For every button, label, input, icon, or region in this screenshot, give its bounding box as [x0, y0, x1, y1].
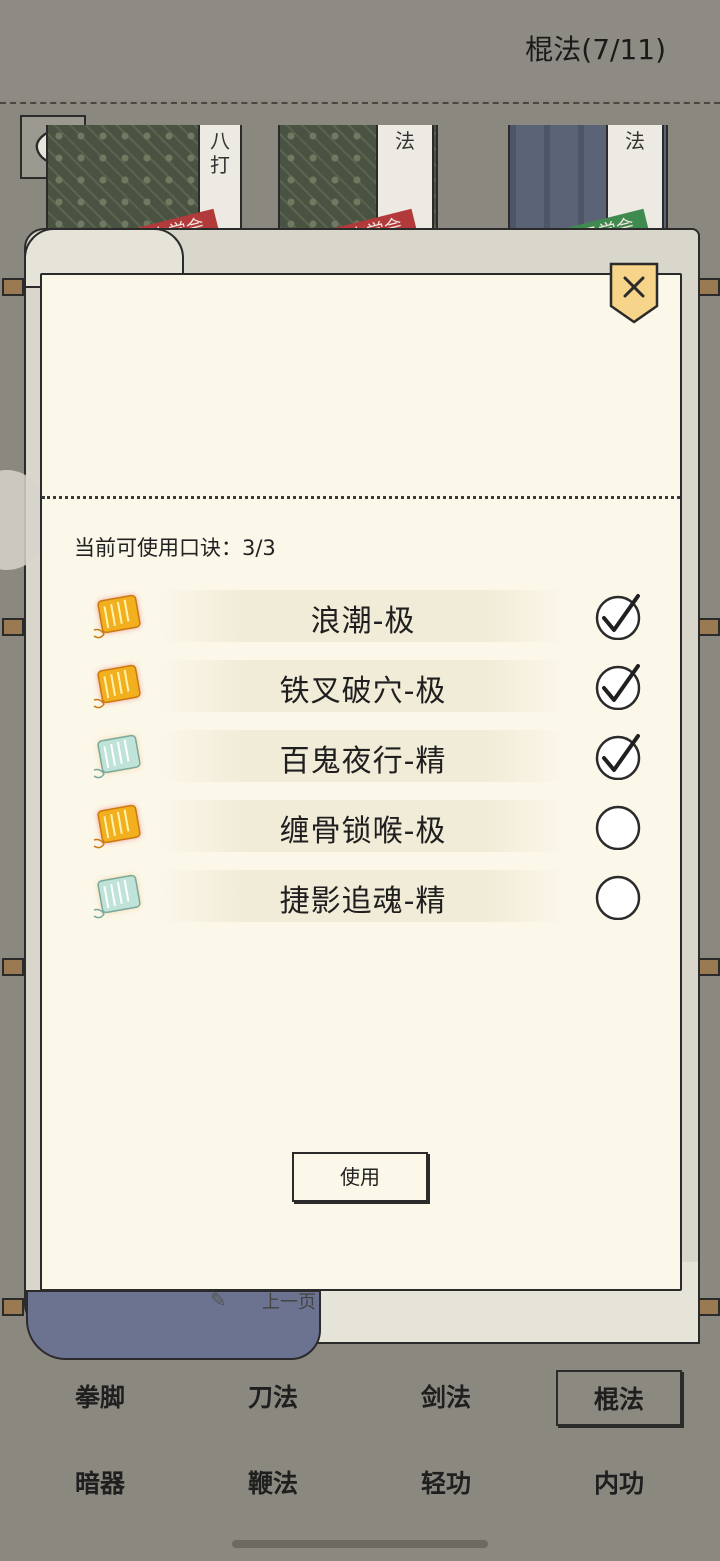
formula-label: 缠骨锁喉-极	[279, 814, 447, 849]
checkmark-icon	[595, 664, 641, 711]
page-header: 棍法(7/11)	[0, 0, 720, 100]
checkbox-checked[interactable]	[594, 662, 642, 711]
checkbox-unchecked[interactable]	[594, 802, 642, 851]
formula-row[interactable]: 百鬼夜行-精	[86, 728, 646, 784]
gold-scroll-icon	[86, 588, 146, 644]
modal-divider	[42, 496, 680, 499]
checkbox-unchecked[interactable]	[594, 872, 642, 921]
page-title: 棍法(7/11)	[525, 33, 666, 66]
formula-row[interactable]: 捷影追魂-精	[86, 868, 646, 924]
jade-scroll-icon	[86, 868, 146, 924]
formula-label: 捷影追魂-精	[279, 884, 447, 919]
close-button[interactable]	[609, 262, 659, 324]
checkmark-icon	[595, 734, 641, 781]
close-icon	[609, 262, 659, 324]
formula-row[interactable]: 缠骨锁喉-极	[86, 798, 646, 854]
jade-scroll-icon	[86, 728, 146, 784]
scroll-pin	[698, 1298, 720, 1316]
empty-circle-icon	[595, 875, 641, 921]
tab-qinggong[interactable]: 轻功	[383, 1456, 509, 1512]
formula-label: 百鬼夜行-精	[279, 744, 447, 779]
scroll-pin	[698, 958, 720, 976]
checkbox-checked[interactable]	[594, 592, 642, 641]
tab-neigong[interactable]: 内功	[556, 1456, 682, 1512]
home-indicator[interactable]	[232, 1540, 488, 1548]
tab-anqi[interactable]: 暗器	[37, 1456, 163, 1512]
scroll-pin	[698, 278, 720, 296]
tab-gunfa[interactable]: 棍法	[556, 1370, 682, 1426]
scroll-pin	[2, 958, 24, 976]
checkbox-checked[interactable]	[594, 732, 642, 781]
gold-scroll-icon	[86, 658, 146, 714]
scroll-pin	[2, 278, 24, 296]
formula-row[interactable]: 浪潮-极	[86, 588, 646, 644]
tab-bianfa[interactable]: 鞭法	[210, 1456, 336, 1512]
scroll-pin	[2, 1298, 24, 1316]
header-divider	[0, 102, 720, 104]
checkmark-icon	[595, 594, 641, 641]
gold-scroll-icon	[86, 798, 146, 854]
use-button[interactable]: 使用	[292, 1152, 428, 1202]
formula-label: 浪潮-极	[310, 604, 416, 639]
empty-circle-icon	[595, 805, 641, 851]
scroll-pin	[2, 618, 24, 636]
formula-label: 铁叉破穴-极	[279, 674, 447, 709]
tab-jianfa[interactable]: 剑法	[383, 1370, 509, 1426]
prev-page-icon[interactable]: ✎	[210, 1288, 244, 1312]
tab-daofa[interactable]: 刀法	[210, 1370, 336, 1426]
scroll-pin	[698, 618, 720, 636]
prev-page-label[interactable]: 上一页	[262, 1288, 316, 1314]
formula-row[interactable]: 铁叉破穴-极	[86, 658, 646, 714]
usage-count-text: 当前可使用口诀：3/3	[74, 536, 276, 560]
tab-quanjiao[interactable]: 拳脚	[37, 1370, 163, 1426]
